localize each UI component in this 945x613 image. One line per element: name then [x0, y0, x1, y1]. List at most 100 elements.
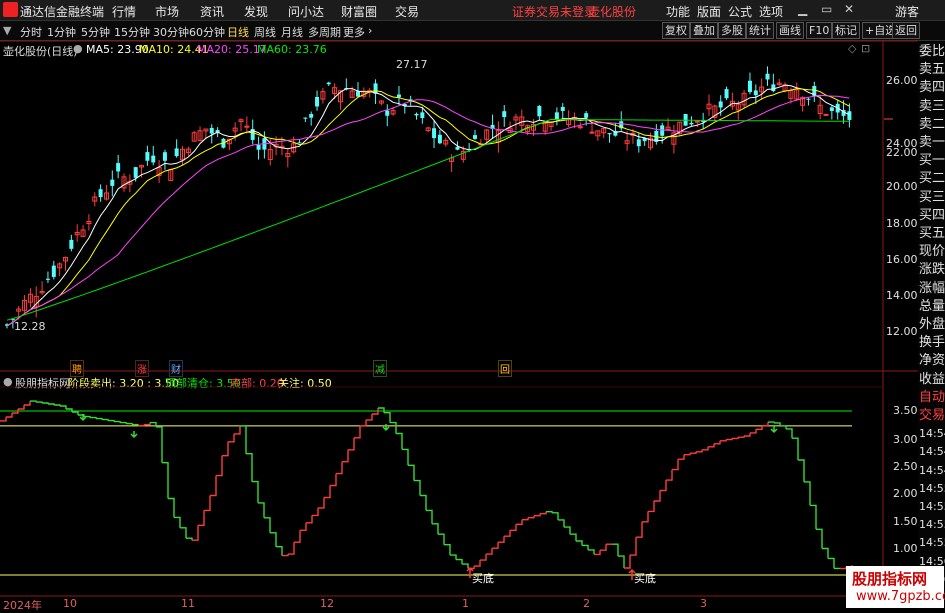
sidebar-item[interactable]: 买五 — [919, 226, 945, 242]
sidebar-item[interactable]: 14:55 — [919, 481, 945, 497]
site-watermark: 股朋指标网 www.7gpzb.com — [846, 566, 944, 608]
indicator-step — [498, 536, 504, 542]
candle-body — [830, 107, 834, 111]
sidebar-item[interactable]: 涨跌 — [919, 262, 945, 278]
indicator-step — [504, 530, 510, 536]
sidebar-item[interactable]: 14:54 — [919, 426, 945, 442]
sidebar-item[interactable]: 买三 — [919, 190, 945, 206]
indicator-step — [30, 401, 36, 402]
indicator-step — [738, 436, 744, 437]
indicator-step — [798, 460, 804, 482]
candle-body — [99, 189, 103, 197]
sidebar-item[interactable]: 总量 — [919, 299, 945, 315]
sidebar-item[interactable]: 委比 — [919, 44, 945, 60]
sidebar-item[interactable]: 买二 — [919, 171, 945, 187]
ind-y-tick: 2.00 — [893, 487, 918, 500]
candle-body — [771, 84, 775, 91]
candle-body — [689, 123, 693, 125]
indicator-step — [216, 456, 222, 476]
candle-body — [432, 128, 436, 138]
indicator-step — [36, 402, 42, 403]
kline-chart[interactable] — [0, 0, 918, 609]
indicator-step — [678, 455, 684, 460]
candle-body — [52, 266, 56, 277]
sidebar-item[interactable]: 14:55 — [919, 517, 945, 533]
sidebar-item[interactable]: 14:54 — [919, 463, 945, 479]
indicator-step — [804, 482, 810, 506]
indicator-step — [24, 401, 30, 405]
indicator-step — [186, 538, 192, 540]
indicator-step — [702, 447, 708, 450]
sidebar-item[interactable]: 14:54 — [919, 444, 945, 460]
candle-body — [298, 142, 302, 143]
sidebar-item[interactable]: 外盘 — [919, 317, 945, 333]
candle-body — [555, 112, 559, 119]
sidebar-item[interactable]: 卖四 — [919, 80, 945, 96]
indicator-step — [528, 516, 534, 518]
indicator-step — [228, 434, 234, 442]
sidebar-item[interactable]: 净资 — [919, 353, 945, 369]
indicator-step — [438, 534, 444, 545]
ind-y-tick: 3.50 — [893, 404, 918, 417]
indicator-step — [384, 413, 390, 423]
event-tag[interactable]: 回 — [498, 360, 512, 377]
indicator-step — [486, 548, 492, 554]
indicator-step — [390, 423, 396, 434]
sidebar-item[interactable]: 换手 — [919, 335, 945, 351]
indicator-step — [312, 508, 318, 516]
sidebar-item[interactable]: 卖二 — [919, 117, 945, 133]
sidebar-item[interactable]: 卖五 — [919, 62, 945, 78]
indicator-step — [654, 491, 660, 502]
indicator-step — [546, 512, 552, 513]
event-tag[interactable]: 聘 — [70, 360, 84, 377]
ind-y-tick: 1.00 — [893, 542, 918, 555]
indicator-step — [684, 453, 690, 455]
event-tag[interactable]: 财 — [169, 360, 183, 377]
sidebar-item[interactable]: 买一 — [919, 153, 945, 169]
indicator-step — [594, 550, 600, 554]
event-tag[interactable]: 涨 — [135, 360, 149, 377]
indicator-step — [552, 513, 558, 520]
indicator-step — [696, 450, 702, 452]
sidebar-item[interactable]: 涨幅 — [919, 281, 945, 297]
sidebar-item[interactable]: 买四 — [919, 208, 945, 224]
buy-bottom-label: 买底 — [634, 570, 656, 586]
indicator-step — [192, 525, 198, 540]
indicator-step — [282, 554, 288, 556]
sidebar-item[interactable]: 现价 — [919, 244, 945, 260]
indicator-step — [348, 438, 354, 450]
sidebar-item[interactable]: 收益 — [919, 372, 945, 388]
sidebar-item[interactable]: 14:55 — [919, 535, 945, 551]
indicator-step — [102, 420, 108, 421]
ind-y-tick: 3.00 — [893, 433, 918, 446]
event-tag[interactable]: 减 — [373, 360, 387, 377]
sidebar-item[interactable]: 卖三 — [919, 99, 945, 115]
candle-body — [385, 111, 389, 116]
indicator-step — [522, 518, 528, 520]
indicator-step — [786, 429, 792, 438]
sidebar-item[interactable]: 14:55 — [919, 499, 945, 515]
x-axis-label: 1 — [462, 597, 469, 610]
y-tick: 22.00 — [886, 146, 918, 159]
indicator-step — [762, 422, 768, 426]
indicator-step — [342, 450, 348, 462]
candle-body — [163, 152, 167, 161]
indicator-step — [462, 564, 468, 568]
ma10-line — [7, 89, 849, 326]
sidebar-item[interactable]: 卖一 — [919, 135, 945, 151]
indicator-step — [444, 545, 450, 555]
sidebar-item[interactable]: 交易 — [919, 408, 945, 424]
indicator-step — [474, 560, 480, 566]
indicator-step — [54, 405, 60, 406]
indicator-step — [168, 499, 174, 518]
indicator-step — [90, 418, 96, 419]
indicator-step — [408, 465, 414, 480]
indicator-step — [600, 544, 606, 550]
indicator-step — [174, 517, 180, 527]
candle-body — [695, 121, 699, 122]
sidebar-item[interactable]: 自动 — [919, 390, 945, 406]
candle-body — [473, 135, 477, 139]
ma60-line — [7, 119, 849, 320]
y-tick: 12.00 — [886, 325, 918, 338]
candle-body — [175, 148, 179, 156]
